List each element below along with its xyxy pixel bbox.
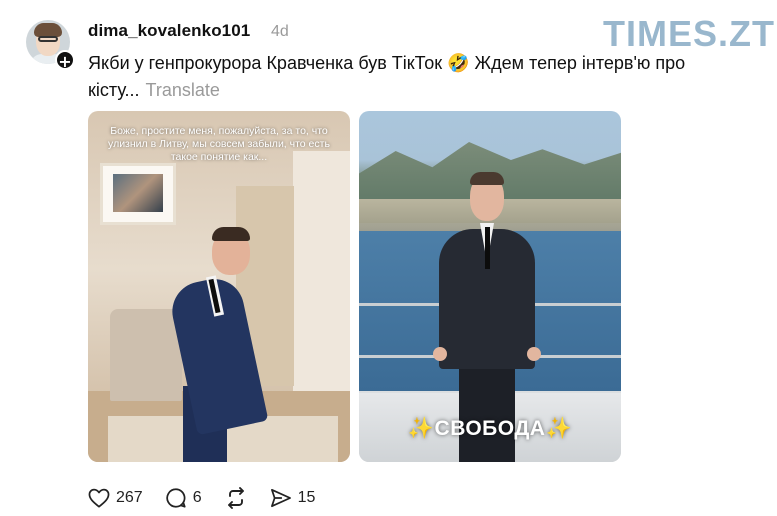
- send-icon: [270, 488, 292, 508]
- wall-picture: [100, 163, 176, 225]
- post-caption: Якби у генпрокурора Кравченка був ТікТок…: [88, 50, 748, 104]
- man-tie: [485, 227, 490, 269]
- armchair: [110, 309, 182, 401]
- share-button[interactable]: 15: [270, 488, 316, 508]
- avatar-hair: [34, 23, 62, 37]
- man-hair: [470, 172, 504, 185]
- left-hand: [433, 347, 447, 361]
- media-image-2[interactable]: ✨СВОБОДА✨: [359, 111, 621, 462]
- watermark-logo: TIMES.ZT: [603, 13, 775, 54]
- wall-picture-art: [113, 174, 163, 212]
- heart-icon: [88, 488, 110, 508]
- post-actions: 267 6 15: [88, 486, 337, 510]
- post: + dima_kovalenko101 4d TIMES.ZT Якби у г…: [0, 0, 777, 516]
- translate-link[interactable]: Translate: [146, 80, 220, 100]
- like-count: 267: [116, 489, 143, 506]
- right-hand: [527, 347, 541, 361]
- repost-button[interactable]: [224, 487, 248, 509]
- media-1-overlay-text: Боже, простите меня, пожалуйста, за то, …: [108, 125, 330, 163]
- comment-count: 6: [192, 489, 202, 506]
- post-time: 4d: [271, 23, 289, 40]
- avatar-glasses: [38, 36, 58, 42]
- comment-button[interactable]: 6: [165, 487, 202, 509]
- man-hair: [212, 227, 250, 241]
- username[interactable]: dima_kovalenko101: [88, 21, 250, 41]
- follow-plus-icon[interactable]: +: [55, 50, 75, 71]
- man-legs: [459, 361, 515, 462]
- media-2-overlay-text: ✨СВОБОДА✨: [407, 417, 573, 440]
- repost-icon: [224, 487, 248, 509]
- share-count: 15: [297, 489, 316, 506]
- man-hands: [433, 347, 541, 361]
- like-button[interactable]: 267: [88, 488, 143, 508]
- media-image-1[interactable]: Боже, простите меня, пожалуйста, за то, …: [88, 111, 350, 462]
- comment-icon: [165, 487, 187, 509]
